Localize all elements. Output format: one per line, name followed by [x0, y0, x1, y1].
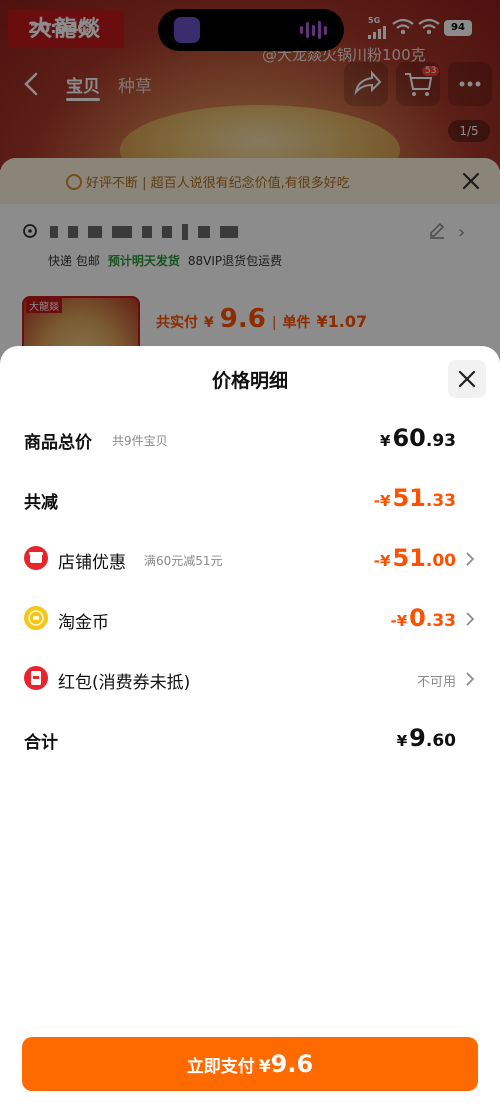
pay-now-currency: ¥	[258, 1057, 271, 1077]
goods-total-label: 商品总价	[24, 433, 92, 453]
goods-total-value: ¥ 60 .93	[380, 424, 456, 452]
amount-decimal: .93	[425, 431, 456, 451]
currency-symbol: -¥	[373, 552, 391, 570]
pay-now-label: 立即支付	[186, 1057, 255, 1077]
row-total-payable: 合计 ¥ 9 .60	[24, 724, 476, 754]
amount-integer: 60	[392, 424, 426, 452]
amount-decimal: .33	[425, 611, 456, 631]
shop-discount-label: 店铺优惠	[58, 553, 126, 573]
total-discount-label: 共减	[24, 493, 58, 513]
shop-icon	[24, 546, 48, 570]
currency-symbol: ¥	[380, 432, 391, 450]
sheet-title: 价格明细	[211, 370, 288, 392]
amount-decimal: .60	[425, 731, 456, 751]
row-taojinbi[interactable]: 淘金币 -¥ 0 .33	[24, 604, 476, 634]
amount-integer: 51	[392, 484, 426, 512]
gold-coin-icon	[24, 606, 48, 630]
currency-symbol: -¥	[373, 492, 391, 510]
currency-symbol: -¥	[390, 612, 408, 630]
close-icon	[458, 370, 476, 388]
total-payable-label: 合计	[24, 733, 58, 753]
amount-decimal: .33	[425, 491, 456, 511]
chevron-right-icon[interactable]	[464, 550, 476, 568]
amount-integer: 51	[392, 544, 426, 572]
shop-discount-rule: 满60元减51元	[144, 554, 223, 568]
pay-now-amount: 9.6	[270, 1050, 314, 1078]
amount-integer: 9	[409, 724, 426, 752]
pay-now-button[interactable]: 立即支付 ¥ 9.6	[22, 1037, 478, 1091]
total-payable-value: ¥ 9 .60	[397, 724, 456, 752]
close-button[interactable]	[448, 360, 486, 398]
row-goods-total: 商品总价 共9件宝贝 ¥ 60 .93	[24, 424, 476, 454]
shop-discount-value: -¥ 51 .00	[374, 544, 456, 572]
currency-symbol: ¥	[396, 732, 408, 750]
amount-decimal: .00	[425, 551, 456, 571]
goods-count: 共9件宝贝	[112, 434, 168, 448]
row-shop-discount[interactable]: 店铺优惠 满60元减51元 -¥ 51 .00	[24, 544, 476, 574]
row-red-packet[interactable]: 红包(消费券未抵) 不可用	[24, 664, 476, 694]
red-packet-icon	[24, 666, 48, 690]
chevron-right-icon[interactable]	[464, 670, 476, 688]
taojinbi-label: 淘金币	[58, 613, 109, 633]
amount-integer: 0	[409, 604, 426, 632]
taojinbi-value: -¥ 0 .33	[391, 604, 457, 632]
row-total-discount: 共减 -¥ 51 .33	[24, 484, 476, 514]
red-packet-label: 红包(消费券未抵)	[58, 673, 191, 693]
total-discount-value: -¥ 51 .33	[374, 484, 456, 512]
red-packet-status: 不可用	[416, 675, 456, 690]
chevron-right-icon[interactable]	[464, 610, 476, 628]
